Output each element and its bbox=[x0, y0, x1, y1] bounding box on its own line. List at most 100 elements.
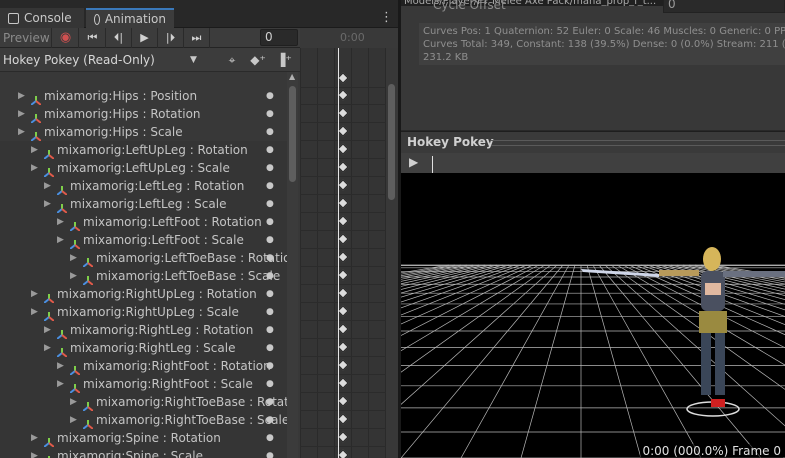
dopesheet-key-row[interactable] bbox=[300, 447, 386, 458]
expand-arrow-icon[interactable]: ▶ bbox=[44, 177, 51, 195]
keyframe[interactable] bbox=[337, 377, 349, 389]
property-row[interactable]: ▶ mixamorig:RightToeBase : Scale ● bbox=[0, 411, 287, 430]
property-row[interactable]: ▶ mixamorig:Spine : Scale ● bbox=[0, 447, 287, 458]
tab-animation[interactable]: Animation bbox=[86, 8, 174, 28]
expand-arrow-icon[interactable]: ▶ bbox=[57, 375, 64, 393]
dopesheet-key-row[interactable] bbox=[300, 249, 386, 267]
property-options-icon[interactable]: ● bbox=[266, 303, 274, 321]
property-options-icon[interactable]: ● bbox=[266, 357, 274, 375]
keyframe[interactable] bbox=[337, 269, 349, 281]
expand-arrow-icon[interactable]: ▶ bbox=[18, 105, 25, 123]
expand-arrow-icon[interactable]: ▶ bbox=[44, 321, 51, 339]
tab-console[interactable]: Console bbox=[0, 8, 84, 28]
property-options-icon[interactable]: ● bbox=[266, 339, 274, 357]
expand-arrow-icon[interactable]: ▶ bbox=[57, 231, 64, 249]
scroll-up-icon[interactable]: ▲ bbox=[289, 72, 295, 81]
expand-arrow-icon[interactable]: ▶ bbox=[18, 123, 25, 141]
dopesheet-key-row[interactable] bbox=[300, 213, 386, 231]
dopesheet-key-row[interactable] bbox=[300, 105, 386, 123]
playhead[interactable] bbox=[338, 48, 339, 458]
keyframe[interactable] bbox=[337, 413, 349, 425]
property-row[interactable]: ▶ mixamorig:LeftUpLeg : Rotation ● bbox=[0, 141, 287, 160]
dopesheet-scrollbar[interactable] bbox=[386, 48, 398, 458]
expand-arrow-icon[interactable]: ▶ bbox=[70, 411, 77, 429]
add-event-icon[interactable]: ▐⁺ bbox=[272, 49, 296, 71]
scrollbar-thumb[interactable] bbox=[289, 86, 296, 182]
property-row[interactable]: ▶ mixamorig:LeftToeBase : Rotation ● bbox=[0, 249, 287, 268]
previous-keyframe-icon[interactable]: ⏴| bbox=[106, 28, 132, 48]
property-row[interactable]: ▶ mixamorig:RightFoot : Scale ● bbox=[0, 375, 287, 394]
keyframe[interactable] bbox=[337, 395, 349, 407]
play-icon[interactable]: ▶ bbox=[132, 28, 158, 48]
property-row[interactable]: ▶ mixamorig:LeftUpLeg : Scale ● bbox=[0, 159, 287, 178]
record-icon[interactable]: ◉ bbox=[53, 28, 79, 48]
property-row[interactable]: ▶ mixamorig:Hips : Scale ● bbox=[0, 123, 287, 142]
expand-arrow-icon[interactable]: ▶ bbox=[31, 447, 38, 458]
dopesheet-key-row[interactable] bbox=[300, 375, 386, 393]
dopesheet-key-row[interactable] bbox=[300, 393, 386, 411]
expand-arrow-icon[interactable]: ▶ bbox=[31, 141, 38, 159]
dopesheet-key-row[interactable] bbox=[300, 285, 386, 303]
expand-arrow-icon[interactable]: ▶ bbox=[18, 87, 25, 105]
cycle-offset-input[interactable]: 0 bbox=[663, 0, 785, 13]
drag-handle[interactable] bbox=[491, 140, 785, 146]
keyframe[interactable] bbox=[337, 305, 349, 317]
property-row[interactable]: ▶ mixamorig:Hips : Rotation ● bbox=[0, 105, 287, 124]
expand-arrow-icon[interactable]: ▶ bbox=[31, 159, 38, 177]
property-row[interactable]: ▶ mixamorig:LeftFoot : Scale ● bbox=[0, 231, 287, 250]
property-options-icon[interactable]: ● bbox=[266, 195, 274, 213]
play-icon[interactable]: ▶ bbox=[409, 155, 418, 169]
dopesheet-key-row[interactable] bbox=[300, 357, 386, 375]
dopesheet-key-row[interactable] bbox=[300, 339, 386, 357]
timeline-ruler[interactable]: 0:00 bbox=[300, 28, 398, 48]
preview-toggle-button[interactable]: Preview bbox=[0, 28, 52, 48]
dopesheet-key-row[interactable] bbox=[300, 159, 386, 177]
property-options-icon[interactable]: ● bbox=[266, 267, 274, 285]
first-keyframe-icon[interactable]: ⏮ bbox=[80, 28, 106, 48]
property-row[interactable]: ▶ mixamorig:RightLeg : Scale ● bbox=[0, 339, 287, 358]
property-row[interactable]: ▶ mixamorig:RightLeg : Rotation ● bbox=[0, 321, 287, 340]
dopesheet-key-row[interactable] bbox=[300, 123, 386, 141]
dopesheet-key-row[interactable] bbox=[300, 195, 386, 213]
preview-viewport[interactable]: 0:00 (000.0%) Frame 0 bbox=[401, 173, 785, 458]
dopesheet-key-row[interactable] bbox=[300, 231, 386, 249]
keyframe[interactable] bbox=[337, 251, 349, 263]
property-options-icon[interactable]: ● bbox=[266, 411, 274, 429]
property-options-icon[interactable]: ● bbox=[266, 393, 274, 411]
preview-timeline[interactable]: ▶ bbox=[401, 153, 785, 173]
keyframe[interactable] bbox=[337, 89, 349, 101]
keyframe[interactable] bbox=[337, 359, 349, 371]
property-options-icon[interactable]: ● bbox=[266, 231, 274, 249]
dopesheet-key-row[interactable] bbox=[300, 267, 386, 285]
dopesheet-scrollbar-thumb[interactable] bbox=[388, 84, 395, 200]
property-row[interactable]: ▶ mixamorig:LeftToeBase : Scale ● bbox=[0, 267, 287, 286]
property-options-icon[interactable]: ● bbox=[266, 249, 274, 267]
keyframe[interactable] bbox=[337, 287, 349, 299]
property-options-icon[interactable]: ● bbox=[266, 213, 274, 231]
expand-arrow-icon[interactable]: ▶ bbox=[70, 267, 77, 285]
keyframe[interactable] bbox=[337, 323, 349, 335]
keyframe[interactable] bbox=[337, 341, 349, 353]
expand-arrow-icon[interactable]: ▶ bbox=[44, 339, 51, 357]
property-options-icon[interactable]: ● bbox=[266, 87, 274, 105]
keyframe[interactable] bbox=[337, 197, 349, 209]
add-keyframe-icon[interactable]: ◆⁺ bbox=[246, 49, 270, 71]
expand-arrow-icon[interactable]: ▶ bbox=[44, 195, 51, 213]
property-options-icon[interactable]: ● bbox=[266, 123, 274, 141]
last-keyframe-icon[interactable]: ⏭ bbox=[184, 28, 210, 48]
property-options-icon[interactable]: ● bbox=[266, 447, 274, 458]
property-row[interactable]: ▶ mixamorig:RightUpLeg : Rotation ● bbox=[0, 285, 287, 304]
property-options-icon[interactable]: ● bbox=[266, 141, 274, 159]
property-options-icon[interactable]: ● bbox=[266, 321, 274, 339]
expand-arrow-icon[interactable]: ▶ bbox=[31, 429, 38, 447]
property-row[interactable]: ▶ mixamorig:LeftLeg : Rotation ● bbox=[0, 177, 287, 196]
keyframe[interactable] bbox=[337, 161, 349, 173]
dopesheet-key-row[interactable] bbox=[300, 177, 386, 195]
more-options-icon[interactable]: ⋮ bbox=[380, 10, 393, 25]
dopesheet-key-row[interactable] bbox=[300, 303, 386, 321]
property-options-icon[interactable]: ● bbox=[266, 159, 274, 177]
property-row[interactable]: ▶ mixamorig:LeftFoot : Rotation ● bbox=[0, 213, 287, 232]
next-keyframe-icon[interactable]: |⏵ bbox=[158, 28, 184, 48]
property-row[interactable]: ▶ mixamorig:RightFoot : Rotation ● bbox=[0, 357, 287, 376]
keyframe[interactable] bbox=[337, 107, 349, 119]
